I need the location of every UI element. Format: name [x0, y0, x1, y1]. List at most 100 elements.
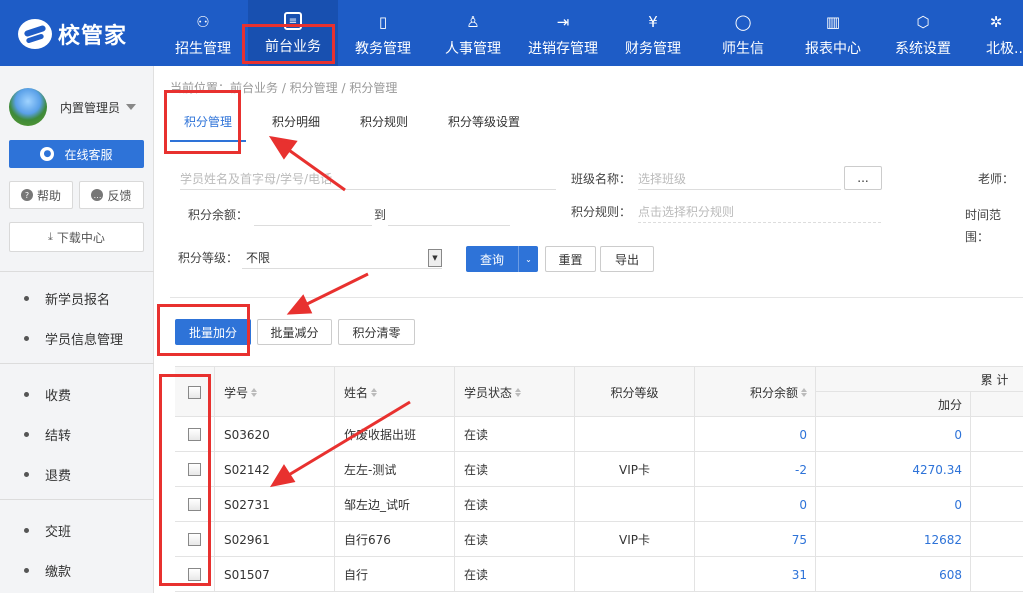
bullet-icon [24, 568, 29, 573]
nav-finance[interactable]: ¥ 财务管理 [608, 0, 698, 66]
online-service-button[interactable]: ● 在线客服 [9, 140, 144, 168]
sort-icon [515, 387, 522, 397]
cell-name: 邹左边_试听 [335, 487, 455, 522]
clear-points-button[interactable]: 积分清零 [338, 319, 415, 345]
cell-balance[interactable]: 31 [695, 557, 816, 592]
cell-balance[interactable]: 0 [695, 417, 816, 452]
rule-select-input[interactable]: 点击选择积分规则 [638, 201, 881, 223]
nav-reports[interactable]: ▥ 报表中心 [788, 0, 878, 66]
query-button[interactable]: 查询 ⌄ [466, 246, 539, 272]
column-group-cumulative: 累 计 [816, 367, 1023, 392]
nav-label: 人事管理 [445, 41, 501, 57]
column-header-balance[interactable]: 积分余额 [695, 367, 816, 417]
avatar [9, 88, 47, 126]
column-header-label: 积分等级 [610, 385, 659, 400]
balance-max-input[interactable] [388, 204, 510, 226]
sidebar-item-student-info[interactable]: 学员信息管理 [24, 329, 123, 348]
nav-beiji[interactable]: ✲ 北极... [968, 0, 1023, 66]
cell-balance[interactable]: 75 [695, 522, 816, 557]
cell-status: 在读 [455, 452, 575, 487]
help-button[interactable]: ? 帮助 [9, 181, 73, 209]
user-menu[interactable]: 内置管理员 [9, 88, 137, 126]
brand-logo[interactable]: 校管家 [18, 18, 127, 50]
column-header-name[interactable]: 姓名 [335, 367, 455, 417]
sidebar-item-payment[interactable]: 缴款 [24, 561, 71, 580]
nav-messaging[interactable]: ◯ 师生信 [698, 0, 788, 66]
inventory-icon: ⇥ [556, 13, 570, 31]
sidebar-item-shift[interactable]: 交班 [24, 521, 71, 540]
sidebar-item-charge[interactable]: 收费 [24, 385, 71, 404]
nav-label: 系统设置 [895, 41, 951, 57]
level-select-value: 不限 [246, 251, 271, 265]
export-button[interactable]: 导出 [600, 246, 654, 272]
nav-academic[interactable]: ▯ 教务管理 [338, 0, 428, 66]
nav-hr[interactable]: ♙ 人事管理 [428, 0, 518, 66]
bullet-icon [24, 392, 29, 397]
cell-status: 在读 [455, 522, 575, 557]
sidebar-item-refund[interactable]: 退费 [24, 465, 71, 484]
download-center-button[interactable]: ⤓ 下载中心 [9, 222, 144, 252]
table-row[interactable]: S02142 左左-测试 在读 VIP卡 -2 4270.34 [175, 452, 1023, 487]
chevron-down-icon [126, 104, 137, 110]
batch-subtract-button[interactable]: 批量减分 [257, 319, 332, 345]
cell-level: VIP卡 [575, 522, 695, 557]
student-search-input[interactable]: 学员姓名及首字母/学号/电话 [180, 168, 556, 190]
cell-add[interactable]: 4270.34 [816, 452, 971, 487]
feedback-button[interactable]: … 反馈 [79, 181, 144, 209]
column-header-add: 加分 [816, 392, 971, 417]
user-name: 内置管理员 [60, 100, 121, 115]
column-header-id[interactable]: 学号 [215, 367, 335, 417]
divider [0, 271, 154, 272]
points-table: 学号 姓名 学员状态 积分等级 积分余额 累 计 加分 S03620 作废收据出班… [175, 366, 1023, 592]
nav-inventory[interactable]: ⇥ 进销存管理 [518, 0, 608, 66]
cell-name: 自行 [335, 557, 455, 592]
table-row[interactable]: S01507 自行 在读 31 608 [175, 557, 1023, 592]
cell-empty [971, 522, 1023, 557]
cell-id: S02731 [215, 487, 335, 522]
cell-empty [971, 417, 1023, 452]
class-select-input[interactable]: 选择班级 [638, 168, 841, 190]
table-row[interactable]: S02961 自行676 在读 VIP卡 75 12682 [175, 522, 1023, 557]
cell-add[interactable]: 0 [816, 417, 971, 452]
reset-button[interactable]: 重置 [545, 246, 596, 272]
cell-add[interactable]: 608 [816, 557, 971, 592]
cell-add[interactable]: 12682 [816, 522, 971, 557]
sort-icon [251, 387, 258, 397]
feedback-icon: … [91, 189, 104, 201]
download-icon: ⤓ [48, 230, 53, 243]
column-header-status[interactable]: 学员状态 [455, 367, 575, 417]
cell-balance[interactable]: -2 [695, 452, 816, 487]
column-header-label: 加分 [937, 398, 962, 412]
star-icon: ✲ [989, 13, 1003, 31]
tab-points-rules[interactable]: 积分规则 [346, 110, 422, 142]
table-row[interactable]: S02731 邹左边_试听 在读 0 0 [175, 487, 1023, 522]
finance-icon: ¥ [648, 13, 658, 31]
tab-points-detail[interactable]: 积分明细 [258, 110, 334, 142]
feedback-label: 反馈 [107, 188, 132, 203]
chevron-down-icon: ▼ [428, 249, 442, 267]
divider [0, 499, 154, 500]
column-header-label: 积分余额 [749, 385, 798, 400]
nav-settings[interactable]: ⬡ 系统设置 [878, 0, 968, 66]
table-body: S03620 作废收据出班 在读 0 0 S02142 左左-测试 在读 VIP卡 -2 4270.… [175, 417, 1023, 592]
sidebar-item-transfer[interactable]: 结转 [24, 425, 71, 444]
bullet-icon [24, 336, 29, 341]
cell-balance[interactable]: 0 [695, 487, 816, 522]
query-label: 查询 [480, 252, 505, 267]
cell-status: 在读 [455, 417, 575, 452]
annotation-highlight-box [242, 24, 335, 64]
cell-add[interactable]: 0 [816, 487, 971, 522]
nav-enrollment[interactable]: ⚇ 招生管理 [158, 0, 248, 66]
table-row[interactable]: S03620 作废收据出班 在读 0 0 [175, 417, 1023, 452]
bullet-icon [24, 296, 29, 301]
tab-points-levels[interactable]: 积分等级设置 [434, 110, 534, 142]
double-chevron-down-icon[interactable]: ⌄ [518, 246, 538, 272]
divider [0, 363, 154, 364]
sidebar-item-new-enrollment[interactable]: 新学员报名 [24, 289, 110, 308]
balance-min-input[interactable] [254, 204, 372, 226]
cell-level: VIP卡 [575, 452, 695, 487]
level-select[interactable]: 不限 ▼ [242, 247, 442, 269]
sidebar-item-label: 学员信息管理 [45, 333, 124, 348]
cell-empty [971, 452, 1023, 487]
class-picker-button[interactable]: ... [844, 166, 882, 190]
